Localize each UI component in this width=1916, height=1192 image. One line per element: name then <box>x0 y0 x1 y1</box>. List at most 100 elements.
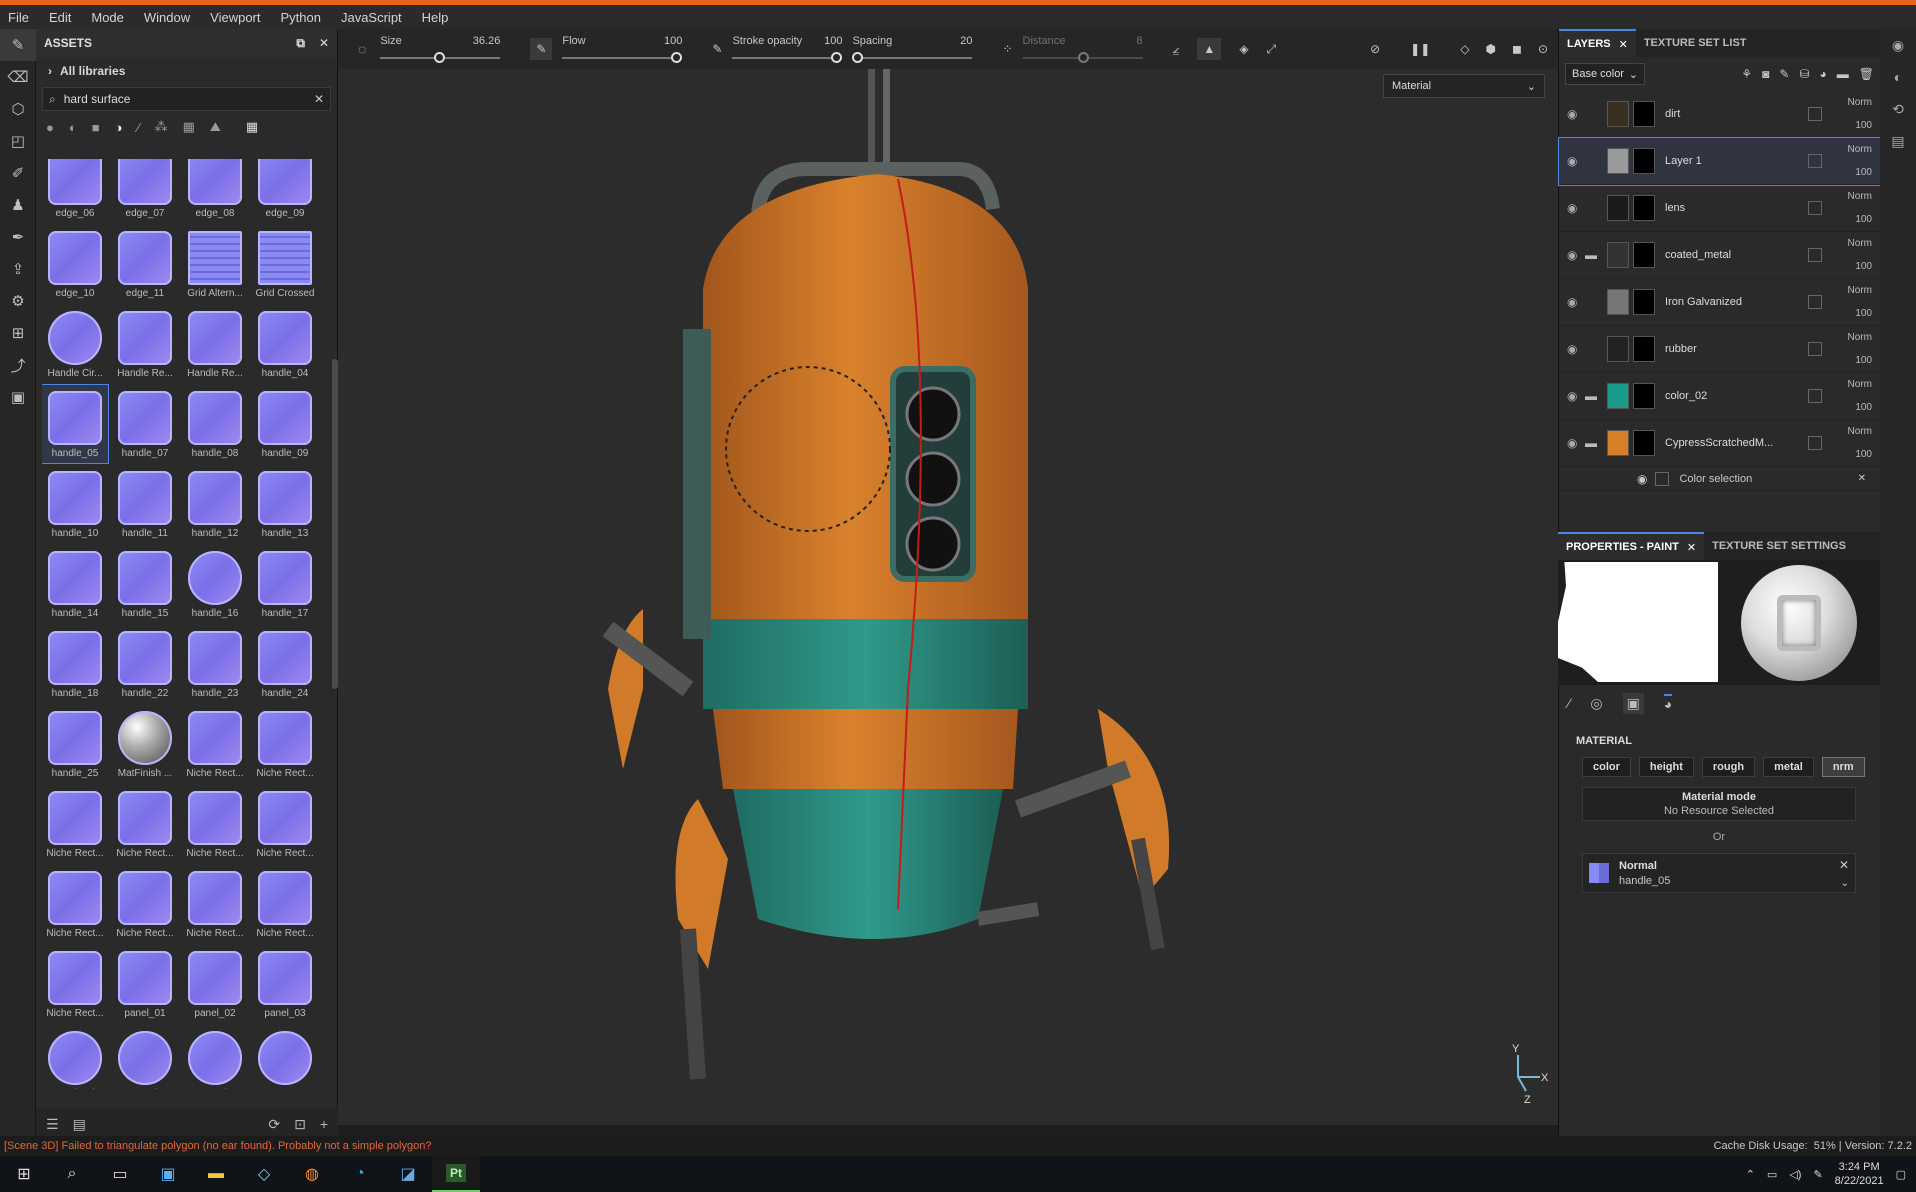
material-mode-slot[interactable]: Material mode No Resource Selected <box>1582 787 1856 821</box>
asset-item[interactable]: Niche Rect... <box>42 785 108 863</box>
layer-row[interactable]: ◉ Iron Galvanized Norm 100 <box>1559 279 1880 326</box>
bake-icon[interactable]: ⇪ <box>0 253 36 285</box>
distance-value[interactable]: 8 <box>1136 35 1142 47</box>
asset-item[interactable]: handle_12 <box>182 465 248 543</box>
blend-mode[interactable]: Norm <box>1832 91 1872 114</box>
asset-item[interactable]: Screw Clut... <box>112 1025 178 1089</box>
blend-mode[interactable]: Norm <box>1832 279 1872 302</box>
layer-blend[interactable]: Norm 100 <box>1832 326 1872 372</box>
opacity-pressure-icon[interactable]: ✎ <box>712 42 722 56</box>
asset-item[interactable]: handle_15 <box>112 545 178 623</box>
layer-opacity[interactable]: 100 <box>1832 161 1872 184</box>
pen-pressure-icon[interactable]: ✎ <box>530 38 553 60</box>
stroke-opacity-value[interactable]: 100 <box>824 35 842 47</box>
asset-item[interactable]: Grid Altern... <box>182 225 248 303</box>
flow-knob[interactable] <box>671 52 683 63</box>
menu-python[interactable]: Python <box>280 10 320 25</box>
color-selection-checkbox[interactable] <box>1655 471 1670 486</box>
asset-item[interactable]: handle_23 <box>182 625 248 703</box>
copy-layer-icon[interactable] <box>1808 389 1822 403</box>
channel-color-button[interactable]: color <box>1582 757 1631 777</box>
asset-item[interactable]: panel_03 <box>252 945 318 1023</box>
layer-opacity[interactable]: 100 <box>1832 396 1872 419</box>
asset-item[interactable]: Round Hol... <box>42 1025 108 1089</box>
network-icon[interactable]: ▭ <box>1767 1168 1777 1181</box>
flow-slider[interactable]: Flow 100 <box>562 33 683 65</box>
asset-item[interactable]: Handle Re... <box>112 305 178 383</box>
eye-icon[interactable]: ◉ <box>1567 389 1583 403</box>
layer-opacity[interactable]: 100 <box>1832 443 1872 466</box>
stencil-settings-icon[interactable]: ▣ <box>1622 692 1644 714</box>
layer-opacity[interactable]: 100 <box>1832 302 1872 325</box>
blend-mode[interactable]: Norm <box>1832 232 1872 255</box>
physical-brush-icon[interactable]: ◈ <box>1239 42 1248 56</box>
asset-item[interactable]: handle_08 <box>182 385 248 463</box>
asset-item[interactable]: handle_10 <box>42 465 108 543</box>
screenshot-icon[interactable]: ⊙ <box>1538 42 1548 56</box>
asset-item[interactable]: handle_24 <box>252 625 318 703</box>
filter-masks-icon[interactable]: ■ <box>92 120 100 135</box>
layer-row[interactable]: ◉ Layer 1 Norm 100 <box>1558 137 1881 186</box>
layer-row[interactable]: ◉ dirt Norm 100 <box>1559 91 1880 138</box>
asset-item[interactable]: handle_09 <box>252 385 318 463</box>
eye-icon[interactable]: ◉ <box>1567 154 1583 168</box>
substance-painter-icon[interactable]: Pt <box>432 1156 480 1192</box>
clock[interactable]: 3:24 PM 8/22/2021 <box>1835 1160 1884 1188</box>
paint-brush-tool-icon[interactable]: ✎ <box>0 29 36 61</box>
copy-layer-icon[interactable] <box>1808 154 1822 168</box>
filter-brushes-icon[interactable]: ⁄ <box>137 120 139 135</box>
close-icon[interactable]: ✕ <box>319 36 329 50</box>
windows-start-icon[interactable]: ⊞ <box>0 1156 48 1192</box>
close-icon[interactable]: ✕ <box>1619 38 1628 51</box>
clone-tool-icon[interactable]: ♟ <box>0 189 36 221</box>
tab-layers[interactable]: LAYERS ✕ <box>1559 29 1636 57</box>
mask-thumbnail[interactable] <box>1633 195 1655 221</box>
layer-row[interactable]: ◉ lens Norm 100 <box>1559 185 1880 232</box>
copy-layer-icon[interactable] <box>1808 436 1822 450</box>
layer-row[interactable]: ◉ ▬ color_02 Norm 100 <box>1559 373 1880 420</box>
library-selector[interactable]: › All libraries <box>36 57 337 85</box>
copy-layer-icon[interactable] <box>1808 295 1822 309</box>
blend-mode[interactable]: Norm <box>1832 420 1872 443</box>
alignment-icon[interactable]: ⦤ <box>1173 42 1180 57</box>
add-folder-icon[interactable]: ▬ <box>1837 67 1849 81</box>
mask-thumbnail[interactable] <box>1633 101 1655 127</box>
add-smart-material-icon[interactable]: ◕ <box>1820 67 1827 81</box>
mask-thumbnail[interactable] <box>1633 336 1655 362</box>
asset-item[interactable]: handle_05 <box>42 384 109 464</box>
size-slider[interactable]: Size 36.26 <box>380 33 501 65</box>
edge-browser-icon[interactable]: ◔ <box>336 1156 384 1192</box>
size-value[interactable]: 36.26 <box>473 35 501 47</box>
filter-filters-icon[interactable]: ▦ <box>183 119 195 135</box>
view-3d-icon[interactable]: ⬢ <box>1485 42 1495 56</box>
symmetry-icon[interactable]: ▲ <box>1197 38 1222 60</box>
search-icon[interactable]: ⌕ <box>48 1156 96 1192</box>
settings-icon[interactable]: ⚙ <box>0 285 36 317</box>
refresh-icon[interactable]: ⟳ <box>268 1116 280 1133</box>
firefox-icon[interactable]: ◍ <box>288 1156 336 1192</box>
log-icon[interactable]: ▤ <box>1880 125 1916 157</box>
layer-opacity[interactable]: 100 <box>1832 208 1872 231</box>
filter-textures-icon[interactable]: ◑ <box>115 120 123 135</box>
copy-layer-icon[interactable] <box>1808 248 1822 262</box>
view-2d-icon[interactable]: ◇ <box>1460 42 1469 56</box>
asset-item[interactable]: edge_08 <box>182 159 248 223</box>
asset-item[interactable]: handle_04 <box>252 305 318 383</box>
camera-icon[interactable]: ◉ <box>1880 29 1916 61</box>
lazy-mouse-icon[interactable]: ⁘ <box>1002 42 1012 56</box>
layer-blend[interactable]: Norm 100 <box>1832 185 1872 231</box>
layer-row[interactable]: ◉ rubber Norm 100 <box>1559 326 1880 373</box>
notes-icon[interactable]: ◇ <box>240 1156 288 1192</box>
file-explorer-icon[interactable]: ▬ <box>192 1156 240 1192</box>
grid-view-icon[interactable]: ▦ <box>246 119 258 135</box>
eye-icon[interactable]: ◉ <box>1637 472 1647 486</box>
stroke-opacity-slider[interactable]: Stroke opacity 100 <box>732 33 843 65</box>
filter-smart-materials-icon[interactable]: ◐ <box>69 120 77 135</box>
asset-item[interactable]: MatFinish ... <box>112 705 178 783</box>
eye-icon[interactable]: ◉ <box>1567 248 1583 262</box>
channel-select[interactable]: Base color ⌄ <box>1565 63 1645 85</box>
add-effect-icon[interactable]: ⚘ <box>1741 67 1752 81</box>
filter-particles-icon[interactable]: ⁂ <box>155 119 168 135</box>
asset-item[interactable]: Niche Rect... <box>112 785 178 863</box>
asset-item[interactable]: Handle Cir... <box>42 305 108 383</box>
